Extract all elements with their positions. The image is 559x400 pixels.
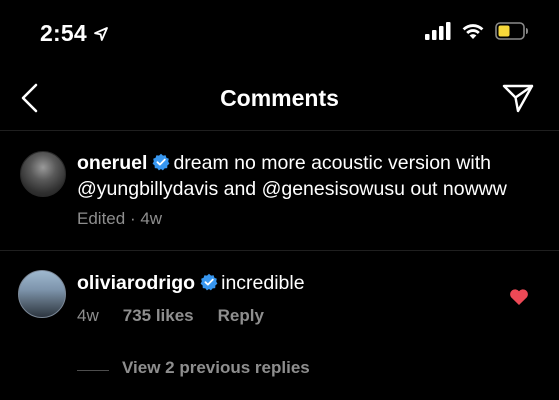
location-arrow-icon bbox=[93, 26, 108, 41]
view-replies-button[interactable]: View 2 previous replies bbox=[122, 358, 310, 378]
avatar-oneruel[interactable] bbox=[20, 151, 66, 197]
edited-label: Edited bbox=[77, 209, 126, 228]
comment-time: 4w bbox=[77, 306, 99, 325]
comment-body: incredible bbox=[221, 272, 305, 294]
caption-divider bbox=[0, 250, 559, 251]
caption-meta: Edited · 4w bbox=[77, 209, 162, 229]
comment-text: oliviarodrigo incredible bbox=[77, 270, 477, 296]
like-button[interactable] bbox=[509, 288, 529, 311]
reply-button[interactable]: Reply bbox=[218, 306, 264, 326]
caption-text-line2: @yungbillydavis and @genesisowusu out no… bbox=[77, 178, 507, 200]
header-divider bbox=[0, 130, 559, 131]
share-button[interactable] bbox=[501, 82, 535, 114]
comment-username[interactable]: oliviarodrigo bbox=[77, 272, 195, 294]
avatar-oliviarodrigo[interactable] bbox=[18, 270, 66, 318]
view-replies-line bbox=[77, 370, 109, 371]
caption-time: 4w bbox=[140, 209, 163, 228]
paper-plane-icon bbox=[502, 84, 534, 113]
wifi-icon bbox=[462, 24, 484, 39]
caption-text-line1: dream no more acoustic version with bbox=[173, 152, 491, 174]
caption-username[interactable]: oneruel bbox=[77, 152, 147, 174]
verified-badge-icon bbox=[153, 153, 170, 171]
heart-icon bbox=[510, 289, 528, 305]
verified-badge-icon bbox=[200, 273, 218, 291]
likes-count[interactable]: 735 likes bbox=[123, 306, 194, 326]
comment-meta: 4w 735 likes Reply bbox=[77, 306, 264, 326]
page-title: Comments bbox=[220, 85, 339, 111]
status-time-text: 2:54 bbox=[40, 20, 87, 46]
signal-icon bbox=[425, 22, 451, 40]
meta-separator: · bbox=[129, 209, 136, 228]
battery-icon bbox=[495, 22, 528, 40]
caption-text: oneruel dream no more acoustic version w… bbox=[77, 150, 547, 202]
status-bar-icons bbox=[425, 22, 529, 40]
status-bar-time: 2:54 bbox=[40, 20, 109, 47]
